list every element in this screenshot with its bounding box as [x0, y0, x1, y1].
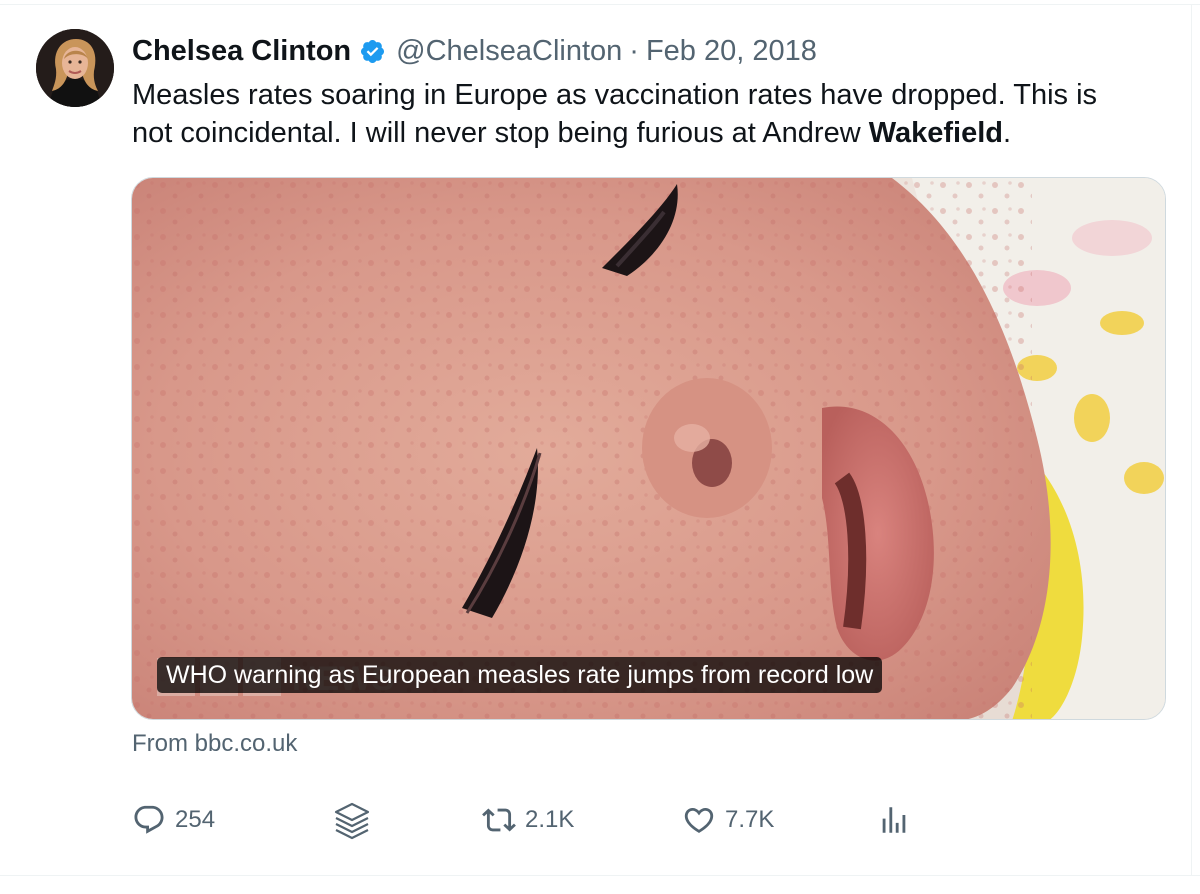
- tweet-text: Measles rates soaring in Europe as vacci…: [132, 76, 1172, 152]
- retweet-count: 2.1K: [525, 806, 575, 833]
- reply-count: 254: [175, 806, 216, 833]
- separator: ·: [629, 34, 639, 67]
- tweet-text-highlight: Wakefield: [868, 117, 1003, 149]
- tweet-text-line-2-end: .: [1003, 117, 1012, 149]
- divider-top: [0, 4, 1200, 5]
- verified-badge-icon[interactable]: [359, 38, 386, 65]
- reply-icon: [132, 803, 166, 837]
- divider-right: [1191, 4, 1192, 876]
- retweet-button[interactable]: 2.1K: [482, 798, 574, 842]
- analytics-icon: [877, 803, 911, 837]
- layers-icon: [332, 800, 372, 840]
- views-button[interactable]: [877, 798, 911, 842]
- tweet-text-line-2: not coincidental. I will never stop bein…: [132, 114, 1172, 152]
- avatar[interactable]: [36, 29, 114, 107]
- like-button[interactable]: 7.7K: [682, 798, 774, 842]
- tweet-header: Chelsea Clinton @ChelseaClinton · Feb 20…: [132, 29, 817, 73]
- heart-icon: [682, 803, 716, 837]
- tweet-date[interactable]: Feb 20, 2018: [646, 35, 817, 68]
- author-handle[interactable]: @ChelseaClinton: [396, 35, 622, 68]
- card-source[interactable]: From bbc.co.uk: [132, 727, 297, 761]
- card-image: NEWS: [132, 178, 1165, 719]
- card-title[interactable]: WHO warning as European measles rate jum…: [157, 657, 883, 693]
- link-card[interactable]: NEWS WHO warning as European measles rat…: [131, 177, 1166, 720]
- tweet-text-line-1: Measles rates soaring in Europe as vacci…: [132, 79, 1098, 111]
- retweet-icon: [482, 803, 516, 837]
- tweet-actions: 254 2.1K 7.7K: [132, 798, 1132, 842]
- divider-bottom: [0, 875, 1200, 876]
- tweet-text-line-2-start: not coincidental. I will never stop bein…: [132, 117, 869, 149]
- like-count: 7.7K: [725, 806, 775, 833]
- reply-button[interactable]: 254: [132, 798, 215, 842]
- tweet[interactable]: Chelsea Clinton @ChelseaClinton · Feb 20…: [0, 0, 1200, 894]
- bookmark-layers-button[interactable]: [332, 798, 372, 842]
- author-name[interactable]: Chelsea Clinton: [132, 35, 351, 68]
